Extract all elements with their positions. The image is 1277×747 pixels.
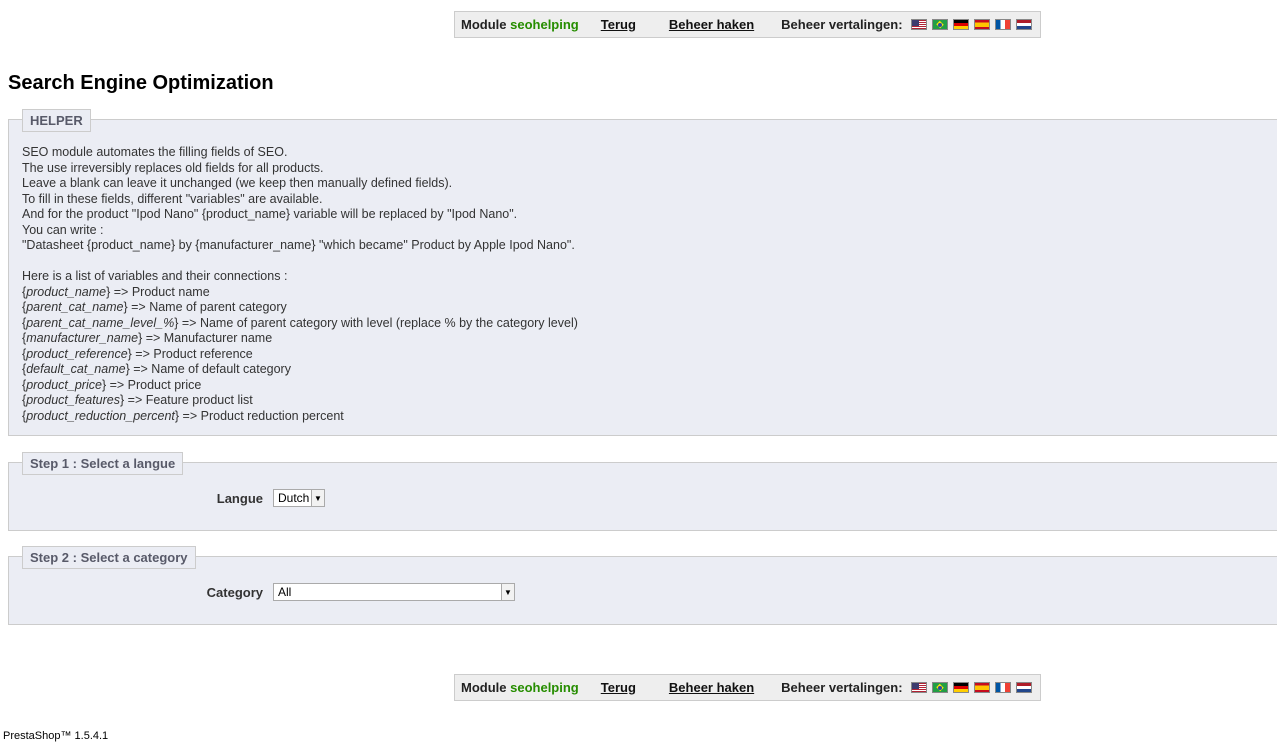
fr-flag-icon[interactable]	[994, 19, 1011, 30]
variables-title: Here is a list of variables and their co…	[22, 269, 288, 283]
variable-item: {parent_cat_name} => Name of parent cate…	[22, 300, 287, 314]
helper-intro-line: To fill in these fields, different "vari…	[22, 191, 323, 206]
helper-intro-line: You can write :	[22, 222, 104, 237]
fr-flag-icon[interactable]	[994, 682, 1011, 693]
module-name: seohelping	[510, 17, 579, 32]
module-title: Module seohelping	[461, 17, 579, 32]
variable-item: {product_price} => Product price	[22, 377, 202, 392]
helper-fieldset: HELPER SEO module automates the filling …	[8, 109, 1277, 436]
category-selected-value: All	[278, 585, 292, 599]
translation-flags	[910, 19, 1032, 30]
step1-legend: Step 1 : Select a langue	[22, 452, 184, 475]
language-label: Langue	[216, 490, 263, 506]
category-select[interactable]: All ▼	[273, 583, 515, 601]
helper-intro-line: SEO module automates the filling fields …	[22, 145, 288, 159]
step2-fieldset: Step 2 : Select a category Category All …	[8, 546, 1277, 625]
helper-legend: HELPER	[22, 109, 91, 132]
variable-item: {parent_cat_name_level_%} => Name of par…	[22, 315, 578, 330]
variable-item: {manufacturer_name} => Manufacturer name	[22, 331, 273, 345]
de-flag-icon[interactable]	[952, 682, 969, 693]
manage-hooks-link[interactable]: Beheer haken	[669, 680, 754, 695]
category-row: Category All ▼	[9, 583, 515, 601]
page-title: Search Engine Optimization	[8, 72, 274, 94]
module-toolbar-bottom: Module seohelping Terug Beheer haken Beh…	[454, 674, 1041, 701]
nl-flag-icon[interactable]	[1015, 19, 1032, 30]
variable-item: {product_reduction_percent} => Product r…	[22, 408, 344, 423]
en-flag-icon[interactable]	[910, 19, 927, 30]
variable-item: {product_name} => Product name	[22, 284, 210, 299]
helper-intro-line: And for the product "Ipod Nano" {product…	[22, 207, 518, 221]
chevron-down-icon: ▼	[311, 490, 324, 506]
de-flag-icon[interactable]	[952, 19, 969, 30]
footer: PrestaShop™ 1.5.4.1	[3, 730, 108, 743]
chevron-down-icon: ▼	[501, 584, 514, 600]
en-flag-icon[interactable]	[910, 682, 927, 693]
version-text: PrestaShop™ 1.5.4.1	[3, 730, 109, 742]
module-title: Module seohelping	[461, 680, 579, 695]
manage-translations-label: Beheer vertalingen:	[781, 17, 903, 32]
module-toolbar-top: Module seohelping Terug Beheer haken Beh…	[454, 11, 1041, 38]
back-link[interactable]: Terug	[601, 17, 636, 32]
translation-flags	[910, 682, 1032, 693]
manage-hooks-link[interactable]: Beheer haken	[669, 17, 754, 32]
helper-intro-line: "Datasheet {product_name} by {manufactur…	[22, 238, 575, 252]
helper-intro-line: The use irreversibly replaces old fields…	[22, 160, 324, 175]
step1-fieldset: Step 1 : Select a langue Langue Dutch ▼	[8, 452, 1277, 531]
variable-item: {default_cat_name} => Name of default ca…	[22, 362, 291, 376]
module-name: seohelping	[510, 680, 579, 695]
br-flag-icon[interactable]	[931, 19, 948, 30]
language-select[interactable]: Dutch ▼	[273, 489, 325, 507]
back-link[interactable]: Terug	[601, 680, 636, 695]
language-row: Langue Dutch ▼	[9, 489, 325, 507]
manage-translations-label: Beheer vertalingen:	[781, 680, 903, 695]
helper-text: SEO module automates the filling fields …	[22, 145, 1222, 424]
helper-intro-line: Leave a blank can leave it unchanged (we…	[22, 176, 453, 190]
language-selected-value: Dutch	[278, 491, 310, 505]
nl-flag-icon[interactable]	[1015, 682, 1032, 693]
variable-item: {product_features} => Feature product li…	[22, 393, 253, 407]
variable-item: {product_reference} => Product reference	[22, 346, 253, 361]
es-flag-icon[interactable]	[973, 19, 990, 30]
br-flag-icon[interactable]	[931, 682, 948, 693]
category-label: Category	[206, 584, 263, 600]
es-flag-icon[interactable]	[973, 682, 990, 693]
step2-legend: Step 2 : Select a category	[22, 546, 196, 569]
